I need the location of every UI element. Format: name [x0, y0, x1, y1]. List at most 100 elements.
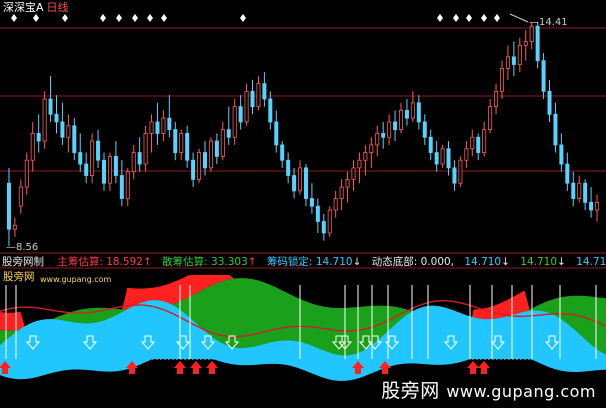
- extra-value: 14.710: [520, 256, 558, 268]
- candle-body: [357, 159, 362, 169]
- candle-body: [167, 117, 172, 130]
- stock-name: 深深宝A: [3, 1, 44, 14]
- candle-body: [137, 152, 142, 165]
- candle-body: [499, 67, 504, 92]
- candle-body: [84, 163, 89, 176]
- series-value-bottom: 0.000,: [420, 256, 455, 268]
- arrow-up-icon: [478, 361, 490, 374]
- candle-body: [410, 102, 415, 119]
- signal-diamond-icon: [33, 14, 39, 22]
- candle-body: [54, 113, 59, 123]
- candle-body: [446, 148, 451, 169]
- candle-body: [381, 133, 386, 138]
- candle-body: [102, 159, 107, 184]
- candle-body: [262, 83, 267, 100]
- candle-body: [179, 133, 184, 153]
- candle-body: [274, 121, 279, 146]
- signal-markers: [11, 14, 500, 22]
- candle-body: [238, 106, 243, 123]
- candle-body: [303, 167, 308, 199]
- period-label: 日线: [46, 1, 69, 14]
- candle-body: [476, 136, 481, 153]
- candle-body: [505, 56, 510, 69]
- price-and-indicator-chart: [0, 13, 606, 381]
- signal-diamond-icon: [62, 14, 68, 22]
- candle-body: [553, 113, 558, 146]
- signal-diamond-icon: [132, 14, 138, 22]
- candle-body: [416, 102, 421, 123]
- candle-body: [36, 133, 41, 142]
- candle-body: [422, 121, 427, 138]
- signal-diamond-icon: [466, 14, 472, 22]
- candle-body: [90, 140, 95, 176]
- candle-body: [375, 133, 380, 146]
- watermark-url: www.gupang.com: [446, 382, 596, 401]
- candle-body: [256, 83, 261, 108]
- candle-body: [440, 148, 445, 165]
- candle-body: [113, 155, 118, 176]
- signal-diamond-icon: [494, 14, 500, 22]
- candle-body: [226, 129, 231, 138]
- candle-body: [125, 171, 130, 199]
- indicator-name: 股旁网制: [2, 256, 44, 268]
- arrow-up-icon: [190, 361, 202, 374]
- candle-body: [369, 144, 374, 153]
- candle-body: [6, 182, 11, 230]
- arrow-up-icon: ↑: [142, 256, 152, 268]
- candle-body: [268, 98, 273, 123]
- candle-body: [220, 129, 225, 157]
- candle-body: [173, 129, 178, 153]
- candle-body: [464, 148, 469, 161]
- candle-body: [541, 60, 546, 92]
- candle-body: [482, 129, 487, 153]
- candle-body: [452, 167, 457, 184]
- candle-body: [131, 152, 136, 173]
- candlestick-series: [6, 13, 600, 246]
- signal-diamond-icon: [161, 14, 167, 22]
- candle-body: [428, 136, 433, 153]
- candle-body: [327, 209, 332, 234]
- candle-body: [535, 25, 540, 62]
- candle-body: [434, 152, 439, 165]
- candle-body: [96, 140, 101, 161]
- signal-diamond-icon: [11, 14, 17, 22]
- candle-body: [494, 90, 499, 108]
- indicator-legend-row: 股旁网制 主筹估算: 18.592↑ 散筹估算: 33.303↑ 筹码锁定: 1…: [2, 256, 606, 268]
- candle-body: [119, 175, 124, 199]
- candle-body: [202, 152, 207, 169]
- candle-body: [470, 136, 475, 150]
- candle-body: [60, 121, 65, 138]
- indicator-areas: [0, 275, 606, 381]
- candle-body: [511, 56, 516, 65]
- candle-body: [12, 224, 17, 230]
- candle-body: [42, 98, 47, 142]
- candle-body: [197, 152, 202, 180]
- candle-body: [208, 140, 213, 169]
- candle-body: [363, 152, 368, 161]
- candle-body: [149, 121, 154, 134]
- candle-body: [321, 221, 326, 234]
- arrow-down-icon: ↓: [352, 256, 362, 268]
- candle-body: [523, 41, 528, 46]
- candle-body: [292, 175, 297, 192]
- candle-body: [191, 159, 196, 180]
- brand-watermark: 股旁网 www.gupang.com: [381, 376, 596, 403]
- arrow-up-icon: ↑: [247, 256, 257, 268]
- low-price-label: —8.56: [6, 242, 39, 253]
- candle-body: [589, 201, 594, 211]
- candle-body: [315, 205, 320, 222]
- candle-body: [232, 106, 237, 138]
- signal-diamond-icon: [481, 14, 487, 22]
- series-value-main: 18.592: [106, 256, 143, 268]
- candle-body: [66, 125, 71, 138]
- signal-diamond-icon: [116, 14, 122, 22]
- series-label-main: 主筹估算:: [57, 256, 103, 268]
- candle-body: [333, 198, 338, 211]
- extra-value: 14.710: [464, 256, 502, 268]
- candle-body: [48, 98, 53, 115]
- high-pointer: [509, 13, 529, 23]
- candle-body: [559, 144, 564, 165]
- extra-value: 14.710: [576, 256, 606, 268]
- series-value-lock: 14.710: [315, 256, 353, 268]
- brand-small-name: 股旁网: [3, 271, 35, 283]
